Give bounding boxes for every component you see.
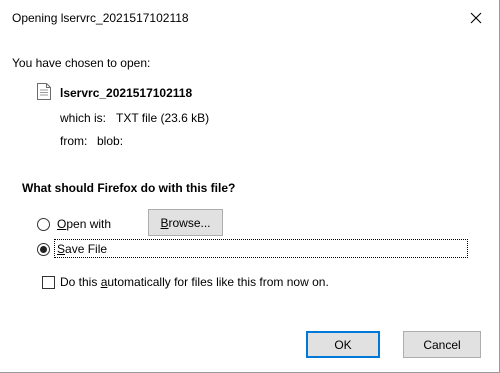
from-value: blob: [97,134,124,148]
window-title: Opening lservrc_2021517102118 [12,11,189,25]
which-is-label: which is: [60,111,107,125]
from-label: from: [60,134,88,148]
text-file-icon [37,83,51,100]
intro-text: You have chosen to open: [12,56,151,70]
dialog-content: You have chosen to open: lservrc_2021517… [0,36,499,372]
open-with-radio[interactable] [37,218,50,231]
close-icon [470,12,482,24]
file-name: lservrc_2021517102118 [60,86,193,100]
browse-button[interactable]: Browse... [148,209,223,236]
auto-checkbox[interactable] [42,276,55,289]
save-file-radio[interactable] [37,243,50,256]
title-bar: Opening lservrc_2021517102118 [0,0,499,36]
open-with-label[interactable]: Open with [57,217,111,231]
action-question: What should Firefox do with this file? [22,181,236,195]
file-type-value: TXT file (23.6 kB) [116,111,210,125]
save-file-label[interactable]: Save File [57,242,107,256]
ok-button[interactable]: OK [306,331,380,358]
focus-indicator [54,239,468,258]
close-button[interactable] [453,0,499,36]
cancel-button[interactable]: Cancel [403,331,481,358]
download-dialog: Opening lservrc_2021517102118 You have c… [0,0,500,373]
auto-checkbox-label[interactable]: Do this automatically for files like thi… [60,275,329,289]
